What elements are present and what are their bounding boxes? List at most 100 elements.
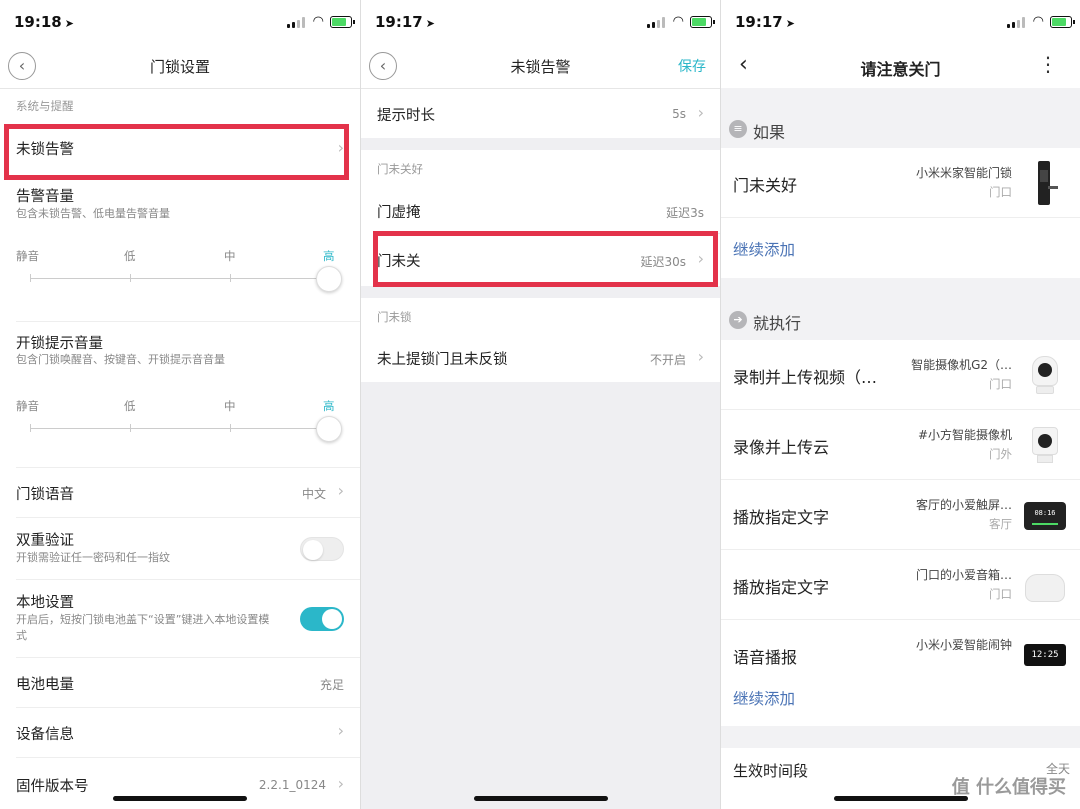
screen-lock-settings: 19:18 ➤ ◠ ‹ 门锁设置 系统与提醒 未锁告警 › 告警音量 包含未锁告警… (0, 0, 360, 809)
page-title: 未锁告警 (510, 58, 571, 76)
slider-tick (130, 424, 131, 432)
chevron-right-icon: › (337, 721, 344, 740)
row-not-deadbolted[interactable]: 未上提锁门且未反锁 不开启 › (361, 334, 720, 382)
action-room: 门口 (989, 377, 1012, 391)
row-value: 中文 (301, 487, 326, 501)
chevron-right-icon: › (697, 347, 704, 366)
chevron-right-icon: › (337, 481, 344, 500)
row-battery: 电池电量 充足 (0, 658, 360, 708)
row-sub: 开启后，短按门锁电池盖下“设置”键进入本地设置模式 (16, 613, 270, 642)
action-name: 语音播报 (733, 648, 798, 667)
screen-automation: 19:17 ➤ ◠ ‹ 请注意关门 ⋮ ≡ 如果 门未关好 小米米家智能门锁 门口… (720, 0, 1080, 809)
alarm-clock-icon: 12:25 (1024, 634, 1066, 676)
then-label: 就执行 (753, 314, 802, 333)
action-room: 客厅 (989, 517, 1012, 531)
level-mid: 中 (224, 399, 236, 413)
row-sub: 开锁需验证任一密码和任一指纹 (16, 551, 170, 564)
add-action-link[interactable]: 继续添加 (733, 687, 795, 709)
alarm-volume-slider[interactable]: 静音 低 中 高 (16, 248, 344, 298)
action-room: 门口 (989, 587, 1012, 601)
row-door-ajar[interactable]: 门虚掩 延迟3s (361, 186, 720, 234)
slider-tick (230, 274, 231, 282)
level-high: 高 (323, 399, 335, 413)
slider-knob[interactable] (316, 266, 342, 292)
add-condition-link[interactable]: 继续添加 (733, 238, 795, 260)
action-row[interactable]: 录像并上传云 #小方智能摄像机 门外 (721, 410, 1080, 480)
divider (0, 88, 360, 89)
home-indicator (473, 796, 608, 801)
status-time: 19:18 ➤ (14, 13, 74, 31)
row-device-info[interactable]: 设备信息 › (0, 708, 360, 758)
row-value: 延迟3s (666, 206, 704, 220)
slider-tick (230, 424, 231, 432)
slider-tick (30, 274, 31, 282)
level-mute: 静音 (16, 249, 39, 263)
battery-icon (330, 16, 355, 28)
gap (721, 278, 1080, 300)
save-button[interactable]: 保存 (678, 56, 706, 76)
action-row[interactable]: 播放指定文字 门口的小爱音箱… 门口 (721, 550, 1080, 620)
signal-icon (1007, 17, 1025, 28)
action-name: 录像并上传云 (733, 438, 830, 457)
local-settings-toggle[interactable] (300, 607, 344, 631)
row-sub: 包含未锁告警、低电量告警音量 (16, 207, 170, 220)
battery-icon (1050, 16, 1075, 28)
clock-display: 12:25 (1024, 644, 1066, 666)
gap (721, 726, 1080, 748)
row-value: 不开启 (649, 353, 686, 367)
gap (721, 88, 1080, 110)
condition-device: 小米米家智能门锁 (915, 166, 1012, 180)
touchscreen-speaker-icon: 08:16 (1024, 494, 1066, 536)
then-header: ➔ 就执行 (721, 300, 1080, 340)
slider-knob[interactable] (316, 416, 342, 442)
action-name: 录制并上传视频（… (733, 368, 878, 387)
action-row[interactable]: 录制并上传视频（… 智能摄像机G2（… 门口 (721, 340, 1080, 410)
condition-row[interactable]: 门未关好 小米米家智能门锁 门口 (721, 148, 1080, 218)
wifi-icon: ◠ (1032, 14, 1044, 29)
hint-volume-slider[interactable]: 静音 低 中 高 (16, 398, 344, 448)
action-device: #小方智能摄像机 (917, 428, 1012, 442)
add-condition-row: 继续添加 (721, 218, 1080, 278)
touchscreen-time: 08:16 (1034, 509, 1056, 517)
if-header: ≡ 如果 (721, 110, 1080, 148)
action-device: 门口的小爱音箱… (915, 568, 1012, 582)
level-low: 低 (124, 249, 136, 263)
slider-track (30, 428, 326, 429)
action-row[interactable]: 播放指定文字 客厅的小爱触屏… 客厅 08:16 (721, 480, 1080, 550)
arrow-right-icon: ➔ (729, 311, 747, 329)
divider (16, 321, 360, 322)
action-device: 智能摄像机G2（… (911, 358, 1012, 372)
row-local-settings: 本地设置 开启后，短按门锁电池盖下“设置”键进入本地设置模式 (0, 580, 360, 658)
slider-track (30, 278, 326, 279)
more-menu-icon[interactable]: ⋮ (1038, 52, 1058, 76)
signal-icon (647, 17, 665, 28)
section-header: 门未锁 (377, 310, 412, 324)
row-prompt-duration[interactable]: 提示时长 5s › (361, 88, 720, 138)
level-high: 高 (323, 249, 335, 263)
nav-bar: ‹ 请注意关门 ⋮ (721, 44, 1080, 88)
row-label: 本地设置 (16, 595, 74, 611)
smart-speaker-icon (1024, 564, 1066, 606)
battery-icon (690, 16, 715, 28)
home-indicator (833, 796, 968, 801)
row-value: 充足 (319, 678, 344, 692)
row-label: 设备信息 (16, 727, 74, 743)
signal-icon (287, 17, 305, 28)
row-alarm-volume: 告警音量 包含未锁告警、低电量告警音量 静音 低 中 高 (0, 182, 360, 322)
dual-verify-toggle[interactable] (300, 537, 344, 561)
row-label: 固件版本号 (16, 779, 89, 795)
action-device: 客厅的小爱触屏… (915, 498, 1012, 512)
row-firmware[interactable]: 固件版本号 2.2.1_0124 › (0, 758, 360, 809)
slider-tick (30, 424, 31, 432)
section-door-unlocked: 门未锁 (361, 298, 720, 334)
row-label: 电池电量 (16, 677, 74, 693)
nav-bar: ‹ 门锁设置 (0, 44, 360, 88)
row-label: 门锁语音 (16, 487, 74, 503)
action-row[interactable]: 语音播报 小米小爱智能闹钟 12:25 (721, 620, 1080, 680)
wifi-icon: ◠ (312, 14, 324, 29)
camera-icon (1024, 354, 1066, 396)
row-unlock-hint-volume: 开锁提示音量 包含门锁唤醒音、按键音、开锁提示音音量 静音 低 中 高 (0, 330, 360, 468)
action-room: 门外 (989, 447, 1012, 461)
page-title: 门锁设置 (149, 58, 210, 76)
row-lock-voice[interactable]: 门锁语音 中文 › (0, 468, 360, 518)
